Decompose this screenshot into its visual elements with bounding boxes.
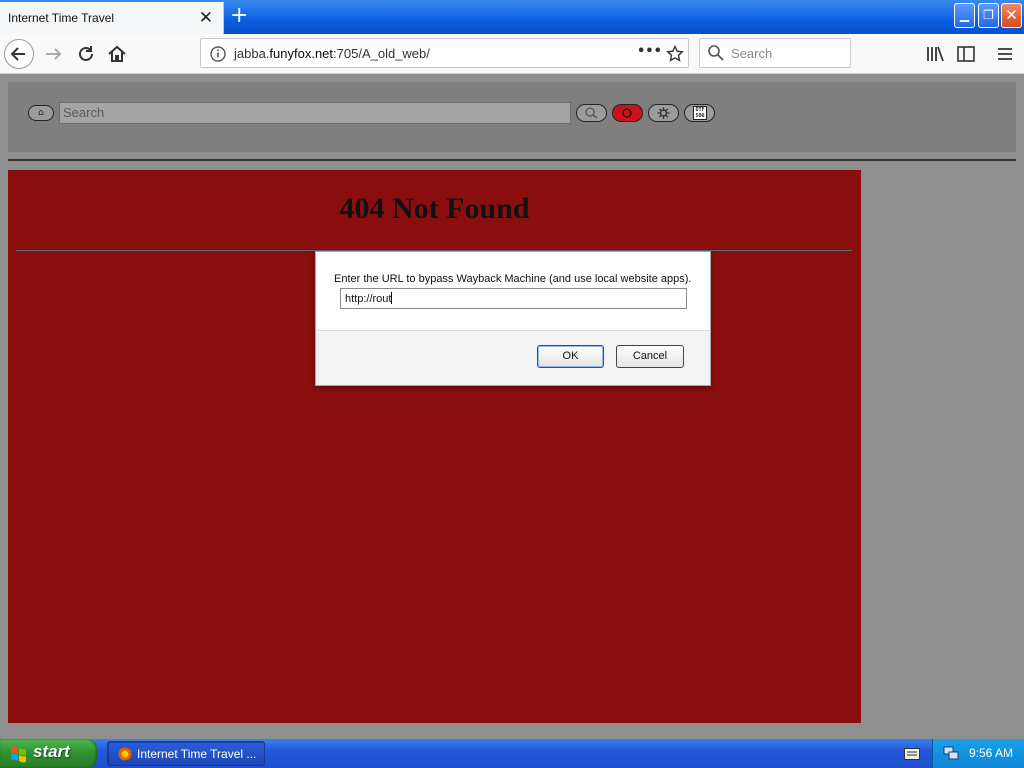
taskbar-item-label: Internet Time Travel ... — [137, 747, 257, 761]
url-prompt-dialog: Enter the URL to bypass Wayback Machine … — [315, 251, 711, 386]
taskbar-item-internet-time-travel[interactable]: Internet Time Travel ... — [107, 741, 265, 766]
url-prefix: jabba. — [234, 46, 270, 61]
url-bar[interactable]: jabba.funyfox.net:705/A_old_web/ ••• — [200, 38, 689, 68]
taskbar: start Internet Time Travel ... 9:56 AM — [0, 739, 1024, 768]
cancel-button[interactable]: Cancel — [616, 345, 684, 368]
page-toolbar: ⌂ Search OTF 506 — [8, 82, 1016, 152]
otf-icon: OTF 506 — [693, 106, 707, 120]
tab-title: Internet Time Travel — [8, 11, 115, 25]
reload-icon[interactable] — [75, 43, 97, 65]
start-button[interactable]: start — [0, 739, 97, 768]
sidebar-toggle-icon[interactable] — [956, 44, 976, 64]
library-icon[interactable] — [925, 44, 945, 64]
forward-arrow-icon[interactable] — [43, 43, 65, 65]
record-button[interactable] — [612, 104, 643, 122]
network-icon[interactable] — [943, 745, 959, 761]
dialog-message: Enter the URL to bypass Wayback Machine … — [334, 273, 692, 285]
navigation-toolbar: jabba.funyfox.net:705/A_old_web/ ••• Sea… — [0, 34, 1024, 74]
search-icon — [708, 45, 724, 61]
windows-logo-icon — [11, 746, 26, 763]
close-window-button[interactable]: ✕ — [1001, 3, 1022, 28]
otf-button[interactable]: OTF 506 — [684, 104, 715, 122]
site-info-icon[interactable] — [209, 45, 227, 63]
url-input-field[interactable]: http://rout — [340, 288, 687, 309]
clock[interactable]: 9:56 AM — [969, 746, 1013, 760]
back-arrow-icon — [10, 47, 25, 61]
otf-label-bottom: 506 — [695, 113, 705, 119]
system-tray: 9:56 AM — [932, 739, 1024, 768]
start-label: start — [33, 742, 70, 761]
tab-close-icon[interactable]: ✕ — [199, 8, 213, 28]
page-home-button[interactable]: ⌂ — [28, 105, 54, 121]
search-placeholder: Search — [731, 46, 773, 61]
bookmark-star-icon[interactable] — [666, 45, 684, 63]
restore-button[interactable]: ❐ — [978, 3, 999, 28]
page-content: ⌂ Search OTF 506 404 Not Found — [0, 75, 1024, 739]
browser-search-box[interactable]: Search — [699, 38, 851, 68]
page-search-input[interactable]: Search — [59, 102, 571, 124]
home-icon[interactable] — [106, 43, 128, 65]
red-search-icon — [622, 108, 632, 118]
firefox-icon — [118, 747, 132, 761]
back-button[interactable] — [4, 39, 34, 69]
menu-hamburger-icon[interactable] — [995, 44, 1015, 64]
minimize-button[interactable]: ▁ — [954, 3, 975, 28]
magnifier-icon — [585, 107, 598, 119]
ok-button[interactable]: OK — [537, 345, 604, 368]
settings-button[interactable] — [648, 104, 679, 122]
keyboard-icon[interactable] — [904, 748, 920, 760]
page-search-button[interactable] — [576, 104, 607, 122]
new-tab-button[interactable]: + — [230, 3, 248, 28]
url-domain: funyfox.net — [269, 46, 334, 61]
toolbar-divider — [8, 159, 1016, 161]
url-suffix: :705/A_old_web/ — [333, 46, 430, 61]
browser-titlebar: Internet Time Travel ✕ + ▁ ❐ ✕ — [0, 0, 1024, 34]
tab-internet-time-travel[interactable]: Internet Time Travel ✕ — [0, 2, 224, 34]
gear-icon — [657, 107, 670, 119]
url-input-value: http://rout — [345, 293, 392, 305]
url-text: jabba.funyfox.net:705/A_old_web/ — [234, 46, 430, 61]
text-caret — [391, 292, 393, 304]
page-actions-icon[interactable]: ••• — [637, 44, 662, 59]
dialog-body: Enter the URL to bypass Wayback Machine … — [316, 252, 710, 331]
page-title: 404 Not Found — [339, 192, 530, 225]
